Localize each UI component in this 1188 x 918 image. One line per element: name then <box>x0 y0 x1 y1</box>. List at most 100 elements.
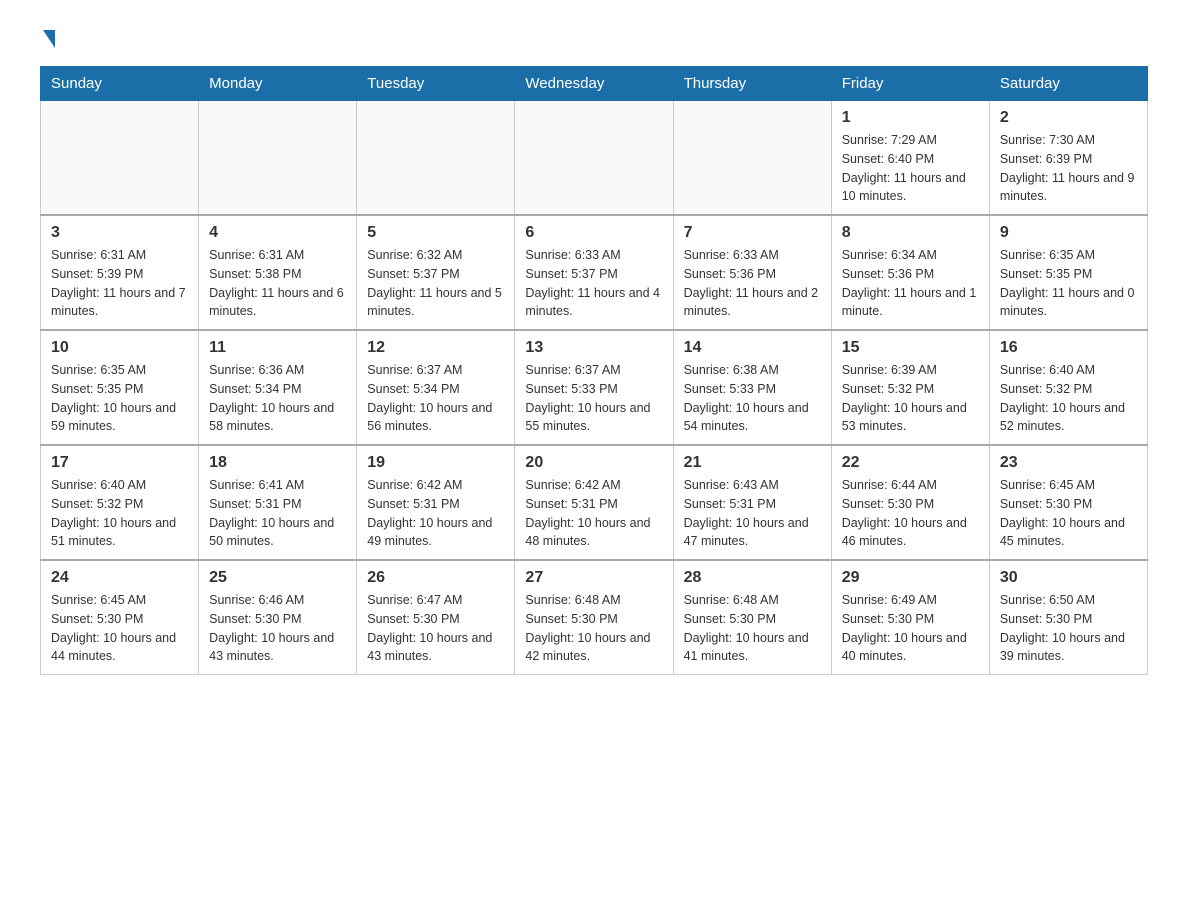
day-info: Sunrise: 6:31 AMSunset: 5:38 PMDaylight:… <box>209 246 346 321</box>
day-info: Sunrise: 6:31 AMSunset: 5:39 PMDaylight:… <box>51 246 188 321</box>
day-info: Sunrise: 6:38 AMSunset: 5:33 PMDaylight:… <box>684 361 821 436</box>
day-number: 10 <box>51 339 188 357</box>
day-number: 25 <box>209 569 346 587</box>
calendar-day-cell: 10 Sunrise: 6:35 AMSunset: 5:35 PMDayligh… <box>41 330 199 445</box>
day-number: 3 <box>51 224 188 242</box>
day-info: Sunrise: 6:33 AMSunset: 5:37 PMDaylight:… <box>525 246 662 321</box>
calendar-day-cell: 28Sunrise: 6:48 AMSunset: 5:30 PMDayligh… <box>673 560 831 675</box>
day-number: 4 <box>209 224 346 242</box>
calendar-day-cell <box>199 101 357 216</box>
day-number: 19 <box>367 454 504 472</box>
calendar-day-cell <box>515 101 673 216</box>
calendar-day-cell: 7Sunrise: 6:33 AMSunset: 5:36 PMDaylight… <box>673 215 831 330</box>
page-header <box>40 30 1148 46</box>
day-info: Sunrise: 6:41 AMSunset: 5:31 PMDaylight:… <box>209 476 346 551</box>
day-number: 26 <box>367 569 504 587</box>
calendar-day-cell: 18 Sunrise: 6:41 AMSunset: 5:31 PMDayligh… <box>199 445 357 560</box>
calendar-day-cell: 21Sunrise: 6:43 AMSunset: 5:31 PMDayligh… <box>673 445 831 560</box>
day-info: Sunrise: 6:46 AMSunset: 5:30 PMDaylight:… <box>209 591 346 666</box>
calendar-day-cell: 11 Sunrise: 6:36 AMSunset: 5:34 PMDayligh… <box>199 330 357 445</box>
calendar-day-cell: 19 Sunrise: 6:42 AMSunset: 5:31 PMDayligh… <box>357 445 515 560</box>
day-number: 1 <box>842 109 979 127</box>
calendar-day-cell: 14 Sunrise: 6:38 AMSunset: 5:33 PMDayligh… <box>673 330 831 445</box>
day-info: Sunrise: 6:37 AMSunset: 5:33 PMDaylight:… <box>525 361 662 436</box>
day-number: 18 <box>209 454 346 472</box>
calendar-week-row: 3 Sunrise: 6:31 AMSunset: 5:39 PMDaylight… <box>41 215 1148 330</box>
calendar-day-cell: 1 Sunrise: 7:29 AMSunset: 6:40 PMDaylight… <box>831 101 989 216</box>
day-info: Sunrise: 7:30 AMSunset: 6:39 PMDaylight:… <box>1000 131 1137 206</box>
day-number: 22 <box>842 454 979 472</box>
day-of-week-header: Tuesday <box>357 67 515 101</box>
day-number: 13 <box>525 339 662 357</box>
calendar-week-row: 17 Sunrise: 6:40 AMSunset: 5:32 PMDayligh… <box>41 445 1148 560</box>
calendar-day-cell: 16 Sunrise: 6:40 AMSunset: 5:32 PMDayligh… <box>989 330 1147 445</box>
day-of-week-header: Saturday <box>989 67 1147 101</box>
day-number: 8 <box>842 224 979 242</box>
day-info: Sunrise: 7:29 AMSunset: 6:40 PMDaylight:… <box>842 131 979 206</box>
day-info: Sunrise: 6:36 AMSunset: 5:34 PMDaylight:… <box>209 361 346 436</box>
calendar-day-cell: 24 Sunrise: 6:45 AMSunset: 5:30 PMDayligh… <box>41 560 199 675</box>
day-number: 9 <box>1000 224 1137 242</box>
day-info: Sunrise: 6:34 AMSunset: 5:36 PMDaylight:… <box>842 246 979 321</box>
calendar-day-cell: 20 Sunrise: 6:42 AMSunset: 5:31 PMDayligh… <box>515 445 673 560</box>
calendar-week-row: 10 Sunrise: 6:35 AMSunset: 5:35 PMDayligh… <box>41 330 1148 445</box>
day-number: 14 <box>684 339 821 357</box>
calendar-day-cell: 2 Sunrise: 7:30 AMSunset: 6:39 PMDaylight… <box>989 101 1147 216</box>
calendar-day-cell: 4 Sunrise: 6:31 AMSunset: 5:38 PMDaylight… <box>199 215 357 330</box>
day-info: Sunrise: 6:42 AMSunset: 5:31 PMDaylight:… <box>525 476 662 551</box>
day-info: Sunrise: 6:45 AMSunset: 5:30 PMDaylight:… <box>1000 476 1137 551</box>
logo <box>40 30 55 46</box>
day-number: 11 <box>209 339 346 357</box>
day-info: Sunrise: 6:37 AMSunset: 5:34 PMDaylight:… <box>367 361 504 436</box>
day-number: 17 <box>51 454 188 472</box>
day-number: 16 <box>1000 339 1137 357</box>
calendar-day-cell: 9 Sunrise: 6:35 AMSunset: 5:35 PMDaylight… <box>989 215 1147 330</box>
calendar-day-cell: 15Sunrise: 6:39 AMSunset: 5:32 PMDayligh… <box>831 330 989 445</box>
day-info: Sunrise: 6:32 AMSunset: 5:37 PMDaylight:… <box>367 246 504 321</box>
day-info: Sunrise: 6:40 AMSunset: 5:32 PMDaylight:… <box>51 476 188 551</box>
day-info: Sunrise: 6:35 AMSunset: 5:35 PMDaylight:… <box>1000 246 1137 321</box>
calendar-day-cell: 22 Sunrise: 6:44 AMSunset: 5:30 PMDayligh… <box>831 445 989 560</box>
calendar-day-cell: 3 Sunrise: 6:31 AMSunset: 5:39 PMDaylight… <box>41 215 199 330</box>
calendar-day-cell: 29 Sunrise: 6:49 AMSunset: 5:30 PMDayligh… <box>831 560 989 675</box>
calendar-day-cell <box>41 101 199 216</box>
calendar-day-cell <box>357 101 515 216</box>
day-info: Sunrise: 6:45 AMSunset: 5:30 PMDaylight:… <box>51 591 188 666</box>
calendar-week-row: 24 Sunrise: 6:45 AMSunset: 5:30 PMDayligh… <box>41 560 1148 675</box>
day-info: Sunrise: 6:48 AMSunset: 5:30 PMDaylight:… <box>684 591 821 666</box>
calendar-day-cell: 6 Sunrise: 6:33 AMSunset: 5:37 PMDaylight… <box>515 215 673 330</box>
day-number: 5 <box>367 224 504 242</box>
day-info: Sunrise: 6:33 AMSunset: 5:36 PMDaylight:… <box>684 246 821 321</box>
day-of-week-header: Wednesday <box>515 67 673 101</box>
calendar-day-cell <box>673 101 831 216</box>
calendar-day-cell: 5 Sunrise: 6:32 AMSunset: 5:37 PMDaylight… <box>357 215 515 330</box>
calendar-day-cell: 25 Sunrise: 6:46 AMSunset: 5:30 PMDayligh… <box>199 560 357 675</box>
day-info: Sunrise: 6:35 AMSunset: 5:35 PMDaylight:… <box>51 361 188 436</box>
day-info: Sunrise: 6:42 AMSunset: 5:31 PMDaylight:… <box>367 476 504 551</box>
calendar-day-cell: 8 Sunrise: 6:34 AMSunset: 5:36 PMDaylight… <box>831 215 989 330</box>
day-info: Sunrise: 6:40 AMSunset: 5:32 PMDaylight:… <box>1000 361 1137 436</box>
day-number: 24 <box>51 569 188 587</box>
day-info: Sunrise: 6:39 AMSunset: 5:32 PMDaylight:… <box>842 361 979 436</box>
calendar-day-cell: 23 Sunrise: 6:45 AMSunset: 5:30 PMDayligh… <box>989 445 1147 560</box>
calendar-day-cell: 30Sunrise: 6:50 AMSunset: 5:30 PMDayligh… <box>989 560 1147 675</box>
day-number: 2 <box>1000 109 1137 127</box>
day-number: 30 <box>1000 569 1137 587</box>
day-number: 12 <box>367 339 504 357</box>
day-number: 6 <box>525 224 662 242</box>
day-of-week-header: Thursday <box>673 67 831 101</box>
day-of-week-header: Monday <box>199 67 357 101</box>
day-info: Sunrise: 6:49 AMSunset: 5:30 PMDaylight:… <box>842 591 979 666</box>
day-number: 23 <box>1000 454 1137 472</box>
day-number: 21 <box>684 454 821 472</box>
day-info: Sunrise: 6:47 AMSunset: 5:30 PMDaylight:… <box>367 591 504 666</box>
day-of-week-header: Friday <box>831 67 989 101</box>
day-number: 20 <box>525 454 662 472</box>
calendar-day-cell: 26 Sunrise: 6:47 AMSunset: 5:30 PMDayligh… <box>357 560 515 675</box>
day-number: 27 <box>525 569 662 587</box>
calendar-day-cell: 17 Sunrise: 6:40 AMSunset: 5:32 PMDayligh… <box>41 445 199 560</box>
day-info: Sunrise: 6:44 AMSunset: 5:30 PMDaylight:… <box>842 476 979 551</box>
day-info: Sunrise: 6:48 AMSunset: 5:30 PMDaylight:… <box>525 591 662 666</box>
day-number: 29 <box>842 569 979 587</box>
calendar-day-cell: 27 Sunrise: 6:48 AMSunset: 5:30 PMDayligh… <box>515 560 673 675</box>
